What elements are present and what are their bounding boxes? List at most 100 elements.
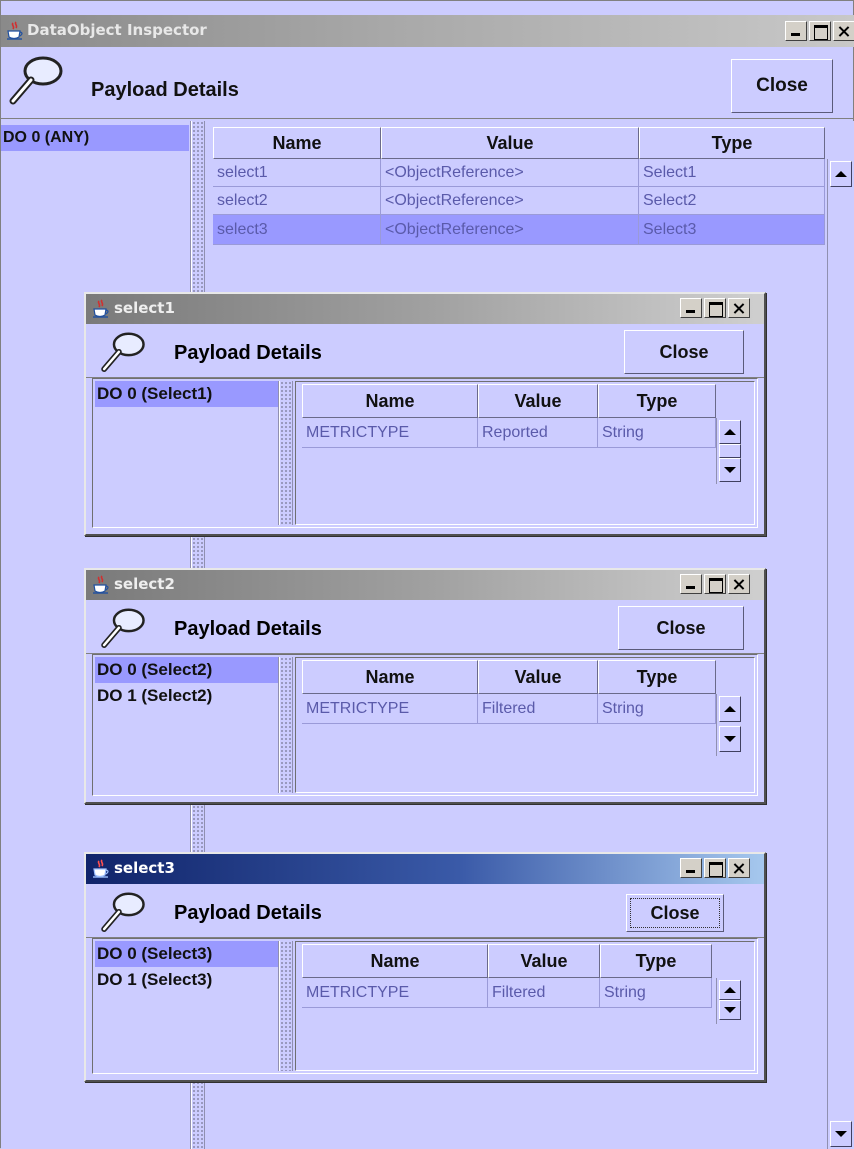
close-button[interactable]: Close (731, 59, 833, 113)
data-object-item[interactable]: DO 0 (Select1) (95, 381, 278, 407)
payload-title: Payload Details (174, 342, 322, 364)
scroll-thumb[interactable] (719, 444, 741, 458)
data-object-list: DO 0 (Select3) DO 1 (Select3) (95, 941, 279, 1071)
maximize-button[interactable] (704, 858, 726, 878)
column-header-name[interactable]: Name (302, 660, 478, 694)
column-header-type[interactable]: Type (600, 944, 712, 978)
table-row[interactable]: METRICTYPE Filtered String (302, 694, 716, 724)
table-header: Name Value Type (213, 127, 825, 159)
table-row[interactable]: METRICTYPE Filtered String (302, 978, 712, 1008)
data-object-item[interactable]: DO 0 (Select2) (95, 657, 278, 683)
vertical-scrollbar[interactable] (716, 694, 744, 756)
minimize-button[interactable] (785, 21, 807, 41)
close-window-button[interactable] (728, 574, 750, 594)
frame-titlebar[interactable]: select2 (86, 570, 764, 600)
java-cup-icon (7, 21, 23, 40)
scroll-up-button[interactable] (719, 696, 741, 722)
internal-frame-select1: select1 Payload Details Close DO 0 (Sele… (84, 292, 766, 536)
close-window-button[interactable] (728, 298, 750, 318)
close-window-button[interactable] (833, 21, 854, 41)
payload-header: Payload Details Close (86, 600, 764, 654)
payload-table: Name Value Type METRICTYPE Reported Stri… (295, 381, 755, 525)
scroll-down-button[interactable] (719, 726, 741, 752)
java-cup-icon (93, 859, 109, 878)
close-button[interactable]: Close (618, 606, 744, 650)
cell-type: String (598, 418, 716, 448)
close-window-button[interactable] (728, 858, 750, 878)
minimize-button[interactable] (680, 574, 702, 594)
scroll-up-button[interactable] (719, 980, 741, 1000)
frame-title: select3 (114, 859, 175, 877)
frame-titlebar-active[interactable]: select3 (86, 854, 764, 884)
internal-frame-select2: select2 Payload Details Close DO 0 (Sele… (84, 568, 766, 804)
cell-name: METRICTYPE (302, 978, 488, 1008)
table-row[interactable]: METRICTYPE Reported String (302, 418, 716, 448)
data-object-list: DO 0 (Select2) DO 1 (Select2) (95, 657, 279, 793)
frame-window-controls (680, 298, 750, 318)
magnifying-glass-icon (9, 56, 63, 105)
vertical-scrollbar[interactable] (716, 978, 744, 1024)
java-cup-icon (93, 575, 109, 594)
payload-table: Name Value Type METRICTYPE Filtered Stri… (295, 941, 755, 1071)
column-header-value[interactable]: Value (488, 944, 600, 978)
column-header-value[interactable]: Value (478, 384, 598, 418)
cell-type: String (598, 694, 716, 724)
payload-table: Name Value Type METRICTYPE Filtered Stri… (295, 657, 755, 793)
column-header-name[interactable]: Name (302, 944, 488, 978)
split-pane-divider[interactable] (279, 657, 293, 793)
cell-type: Select3 (639, 215, 825, 245)
frame-body: DO 0 (Select3) DO 1 (Select3) Name Value… (92, 938, 758, 1074)
cell-type: Select1 (639, 159, 825, 187)
data-object-item[interactable]: DO 0 (ANY) (1, 125, 189, 151)
frame-window-controls (680, 574, 750, 594)
internal-frame-select3: select3 Payload Details Close DO 0 (Sele… (84, 852, 766, 1082)
scroll-up-button[interactable] (719, 420, 741, 444)
maximize-button[interactable] (809, 21, 831, 41)
cell-name: METRICTYPE (302, 418, 478, 448)
maximize-button[interactable] (704, 298, 726, 318)
split-pane-divider[interactable] (279, 381, 293, 525)
magnifying-glass-icon (101, 892, 145, 932)
data-object-item[interactable]: DO 0 (Select3) (95, 941, 278, 967)
data-object-item[interactable]: DO 1 (Select2) (95, 683, 278, 709)
table-row-selected[interactable]: select3 <ObjectReference> Select3 (213, 215, 825, 245)
payload-title: Payload Details (174, 902, 322, 924)
frame-window-controls (680, 858, 750, 878)
split-pane-divider[interactable] (279, 941, 293, 1071)
column-header-type[interactable]: Type (598, 384, 716, 418)
frame-title: select2 (114, 575, 175, 593)
payload-title: Payload Details (91, 79, 239, 101)
payload-header: Payload Details Close (86, 324, 764, 378)
magnifying-glass-icon (101, 332, 145, 372)
column-header-value[interactable]: Value (478, 660, 598, 694)
scroll-down-button[interactable] (719, 458, 741, 482)
vertical-scrollbar[interactable] (716, 418, 744, 484)
cell-value: <ObjectReference> (381, 187, 639, 215)
table-header: Name Value Type (302, 660, 716, 694)
column-header-type[interactable]: Type (598, 660, 716, 694)
close-button[interactable]: Close (626, 894, 724, 932)
column-header-type[interactable]: Type (639, 127, 825, 159)
scroll-down-button[interactable] (830, 1121, 852, 1147)
payload-header: Payload Details Close (1, 47, 853, 119)
java-cup-icon (93, 299, 109, 318)
window-titlebar[interactable]: DataObject Inspector (1, 15, 854, 47)
table-row[interactable]: select2 <ObjectReference> Select2 (213, 187, 825, 215)
column-header-value[interactable]: Value (381, 127, 639, 159)
data-object-item[interactable]: DO 1 (Select3) (95, 967, 278, 993)
scroll-up-button[interactable] (830, 161, 852, 187)
window-controls (785, 21, 854, 41)
maximize-button[interactable] (704, 574, 726, 594)
minimize-button[interactable] (680, 298, 702, 318)
scroll-down-button[interactable] (719, 1000, 741, 1020)
table-header: Name Value Type (302, 944, 712, 978)
table-header: Name Value Type (302, 384, 716, 418)
close-button[interactable]: Close (624, 330, 744, 374)
frame-titlebar[interactable]: select1 (86, 294, 764, 324)
main-vertical-scrollbar[interactable] (827, 159, 854, 1149)
column-header-name[interactable]: Name (213, 127, 381, 159)
cell-name: select2 (213, 187, 381, 215)
minimize-button[interactable] (680, 858, 702, 878)
column-header-name[interactable]: Name (302, 384, 478, 418)
table-row[interactable]: select1 <ObjectReference> Select1 (213, 159, 825, 187)
